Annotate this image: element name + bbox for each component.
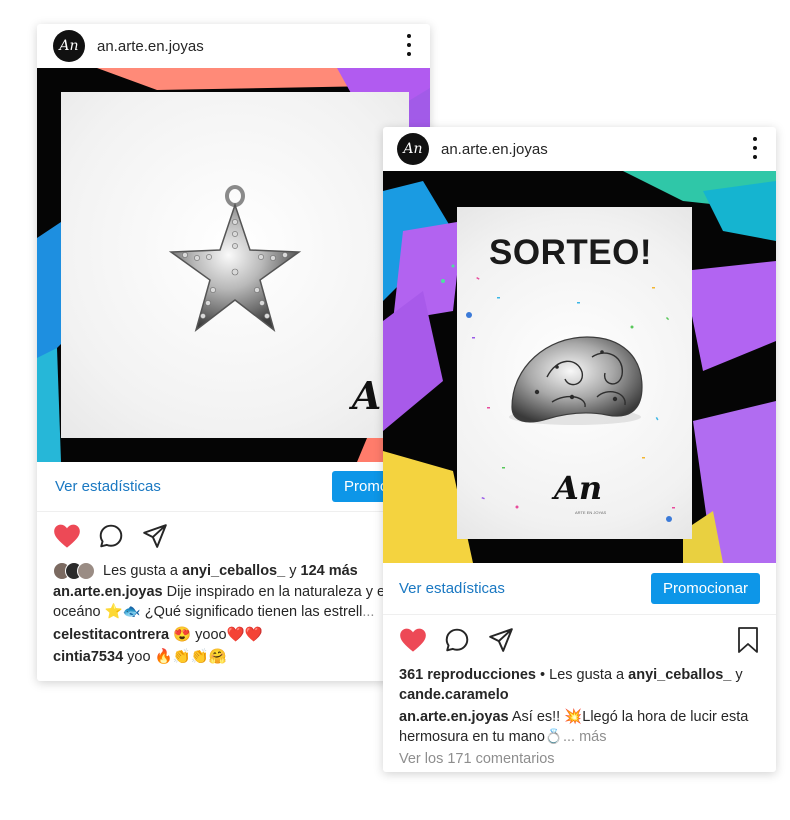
views-and-likes: 361 reproducciones • Les gusta a anyi_ce…	[399, 665, 760, 685]
profile-avatar[interactable]: An	[53, 30, 85, 62]
view-insights-link[interactable]: Ver estadísticas	[55, 478, 161, 495]
post-header: An an.arte.en.joyas	[37, 24, 430, 68]
share-icon[interactable]	[141, 522, 169, 550]
post-text: 361 reproducciones • Les gusta a anyi_ce…	[383, 665, 776, 769]
post-username[interactable]: an.arte.en.joyas	[97, 38, 204, 55]
heart-icon[interactable]	[53, 522, 81, 550]
caption-line-2: oceáno ⭐🐟 ¿Qué significado tienen las es…	[53, 602, 414, 622]
post-header: An an.arte.en.joyas	[383, 127, 776, 171]
comment-username[interactable]: celestitacontrera	[53, 627, 169, 643]
likes-count[interactable]: 124 más	[301, 561, 358, 581]
more-options-icon[interactable]	[406, 34, 412, 56]
instagram-post-starfish: An an.arte.en.joyas An Ver estadísticas …	[37, 24, 430, 681]
likes-line-2: cande.caramelo	[399, 685, 760, 705]
view-insights-link[interactable]: Ver estadísticas	[399, 580, 505, 597]
brand-signature: An	[554, 469, 603, 507]
comment-username[interactable]: cintia7534	[53, 649, 123, 665]
caption-text-2: oceáno ⭐🐟 ¿Qué significado tienen las es…	[53, 604, 363, 620]
share-icon[interactable]	[487, 626, 515, 654]
brand-subtitle: ARTE EN JOYAS	[575, 510, 607, 515]
comment-row: celestitacontrera 😍 yooo❤️❤️	[53, 625, 414, 645]
action-bar	[383, 615, 776, 665]
caption-text-2: hermosura en tu mano💍	[399, 729, 563, 745]
promote-button[interactable]: Promocionar	[650, 573, 760, 604]
likes-user[interactable]: anyi_ceballos_	[628, 667, 731, 683]
view-comments-link[interactable]: Ver los 171 comentarios	[399, 749, 760, 769]
likes-prefix: Les gusta a	[103, 563, 178, 579]
caption-text: Así es!! 💥Llegó la hora de lucir esta	[511, 709, 749, 725]
product-photo-ring: SORTEO! An ARTE EN JOYAS	[457, 207, 692, 539]
sorteo-title: SORTEO!	[489, 233, 652, 272]
likes-user[interactable]: anyi_ceballos_	[182, 561, 285, 581]
caption: an.arte.en.joyas Dije inspirado en la na…	[53, 582, 414, 602]
insights-bar: Ver estadísticas Promocionar	[37, 462, 430, 512]
caption-line-2: hermosura en tu mano💍... más	[399, 727, 760, 747]
more-options-icon[interactable]	[752, 137, 758, 159]
views-count[interactable]: 361 reproducciones	[399, 667, 536, 683]
likes-join: y	[289, 563, 297, 579]
profile-avatar[interactable]: An	[397, 133, 429, 165]
caption-text: Dije inspirado en la naturaleza y e	[166, 584, 386, 600]
likes-prefix: Les gusta a	[549, 667, 625, 683]
comment-icon[interactable]	[97, 522, 125, 550]
post-username[interactable]: an.arte.en.joyas	[441, 141, 548, 158]
insights-bar: Ver estadísticas Promocionar	[383, 563, 776, 615]
post-text: Les gusta a anyi_ceballos_ y 124 más an.…	[37, 560, 430, 667]
action-bar	[37, 512, 430, 560]
likes-summary[interactable]: Les gusta a anyi_ceballos_ y 124 más	[53, 560, 414, 582]
comment-text: yoo 🔥👏👏🤗	[127, 649, 227, 665]
caption-username[interactable]: an.arte.en.joyas	[53, 584, 163, 600]
caption-username[interactable]: an.arte.en.joyas	[399, 709, 509, 725]
post-media[interactable]: An	[37, 68, 430, 462]
post-media[interactable]: SORTEO! An ARTE EN JOYAS	[383, 171, 776, 563]
views-separator: •	[540, 667, 546, 683]
caption-more-link[interactable]: ... más	[563, 729, 607, 745]
comment-row: cintia7534 yoo 🔥👏👏🤗	[53, 647, 414, 667]
bookmark-icon[interactable]	[736, 626, 760, 654]
likes-user-2[interactable]: cande.caramelo	[399, 687, 509, 703]
liker-avatars	[53, 562, 95, 580]
caption: an.arte.en.joyas Así es!! 💥Llegó la hora…	[399, 707, 760, 727]
product-photo-starfish: An	[61, 92, 409, 438]
caption-more-link[interactable]: ...	[362, 604, 374, 620]
likes-join: y	[735, 667, 743, 683]
comment-icon[interactable]	[443, 626, 471, 654]
comment-text: 😍 yooo❤️❤️	[173, 627, 263, 643]
heart-icon[interactable]	[399, 626, 427, 654]
instagram-post-sorteo: An an.arte.en.joyas SORTEO! An ARTE EN J…	[383, 127, 776, 772]
